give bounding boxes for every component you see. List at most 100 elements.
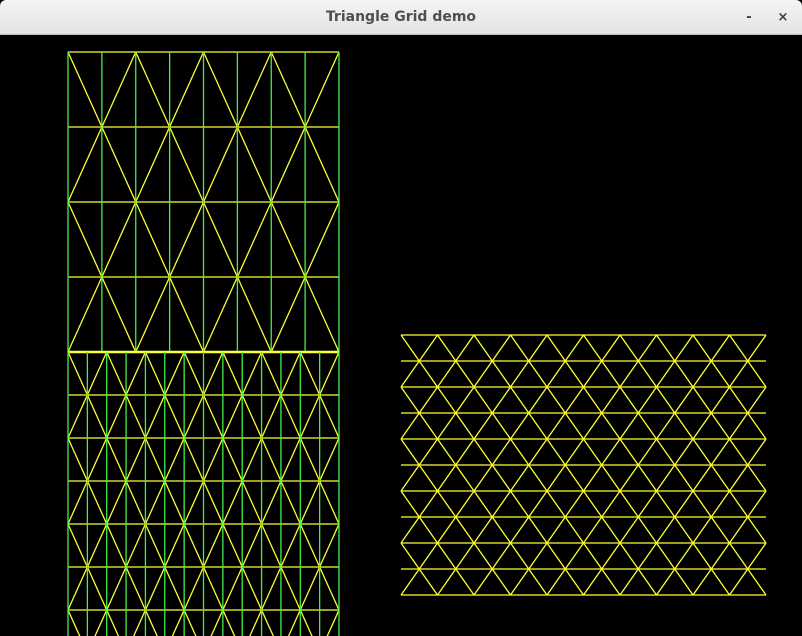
fine-grid-edge	[319, 437, 340, 482]
fine-grid-edge	[106, 480, 127, 525]
right-grid-edge	[473, 438, 493, 466]
right-grid-edge	[747, 386, 767, 414]
coarse-grid-edge	[304, 201, 340, 278]
coarse-grid-edge	[101, 276, 137, 353]
right-grid-edge	[564, 360, 585, 388]
fine-grid-edge	[67, 566, 88, 611]
right-grid-edge	[710, 334, 731, 362]
right-grid-edge	[400, 438, 420, 466]
right-grid-edge	[747, 464, 767, 492]
right-grid-edge	[473, 568, 493, 596]
fine-grid-edge	[326, 609, 340, 636]
right-grid-edge	[473, 464, 493, 492]
fine-grid-edge	[106, 351, 127, 396]
right-grid-edge	[692, 438, 712, 466]
right-grid-edge	[674, 438, 694, 466]
right-grid-edge	[455, 412, 475, 440]
coarse-grid-edge	[169, 51, 205, 128]
right-grid-edge	[710, 438, 731, 466]
fine-grid-edge	[86, 480, 108, 525]
right-grid-edge	[747, 516, 767, 544]
right-grid-edge	[436, 490, 457, 518]
coarse-grid-edge	[236, 276, 272, 353]
right-grid-edge	[418, 464, 439, 492]
coarse-grid-edge	[169, 126, 205, 203]
right-grid-edge	[509, 438, 530, 466]
right-grid-edge	[455, 490, 475, 518]
fine-grid-edge	[280, 394, 301, 439]
right-grid-edge	[655, 516, 676, 544]
right-grid-edge	[601, 438, 621, 466]
right-grid-edge	[455, 464, 475, 492]
right-grid-edge	[509, 464, 530, 492]
fine-grid-edge	[125, 480, 147, 525]
window-title: Triangle Grid demo	[325, 9, 477, 25]
right-grid-edge	[528, 412, 548, 440]
right-grid-edge	[674, 568, 694, 596]
right-grid-edge	[491, 464, 512, 492]
right-grid-edge	[491, 412, 512, 440]
right-grid-edge	[601, 360, 621, 388]
fine-grid-edge	[241, 394, 263, 439]
fine-grid-edge	[260, 480, 282, 525]
right-grid-edge	[637, 334, 658, 362]
right-grid-edge	[692, 386, 712, 414]
fine-grid-edge	[280, 437, 301, 482]
right-grid-edge	[710, 490, 731, 518]
right-grid-edge	[674, 542, 694, 570]
right-grid-edge	[582, 438, 603, 466]
close-button[interactable]: ×	[773, 8, 793, 28]
fine-grid-edge	[67, 394, 88, 439]
fine-grid-edge	[241, 523, 263, 568]
title-bar[interactable]: Triangle Grid demo - ×	[0, 0, 802, 35]
right-grid-edge	[528, 542, 548, 570]
minimize-button[interactable]: -	[739, 8, 759, 28]
coarse-grid-edge	[101, 51, 137, 128]
fine-grid-edge	[144, 523, 166, 568]
right-grid-edge	[674, 490, 694, 518]
fine-grid-edge	[94, 609, 108, 636]
right-grid-edge	[528, 464, 548, 492]
right-grid-edge	[692, 542, 712, 570]
right-grid-edge	[601, 334, 621, 362]
right-grid-edge	[637, 386, 658, 414]
fine-grid-edge	[222, 351, 243, 396]
fine-grid-edge	[86, 523, 108, 568]
fine-grid-edge	[222, 609, 236, 636]
right-grid-edge	[655, 464, 676, 492]
right-grid-edge	[692, 412, 712, 440]
right-grid-edge	[710, 568, 731, 596]
fine-grid-edge	[171, 609, 185, 636]
right-grid-edge	[400, 360, 420, 388]
right-grid-edge	[436, 386, 457, 414]
right-grid-edge	[728, 542, 749, 570]
right-grid-edge	[509, 542, 530, 570]
right-grid-edge	[655, 490, 676, 518]
right-grid-edge	[564, 568, 585, 596]
right-grid-edge	[601, 412, 621, 440]
right-grid-edge	[637, 490, 658, 518]
right-grid-edge	[692, 490, 712, 518]
right-grid-edge	[546, 386, 566, 414]
right-grid-edge	[528, 360, 548, 388]
right-grid-edge	[400, 516, 420, 544]
fine-grid-edge	[222, 480, 243, 525]
fine-grid-edge	[125, 523, 147, 568]
right-grid-edge	[747, 568, 767, 596]
right-grid-edge	[455, 568, 475, 596]
right-grid-edge	[564, 334, 585, 362]
right-grid-edge	[418, 516, 439, 544]
right-grid-edge	[619, 542, 639, 570]
right-grid-edge	[728, 490, 749, 518]
right-grid-edge	[528, 490, 548, 518]
right-grid-edge	[473, 412, 493, 440]
right-grid-edge	[418, 542, 439, 570]
fine-grid-edge	[183, 351, 205, 396]
fine-grid-edge	[299, 480, 321, 525]
fine-grid-edge	[222, 566, 243, 611]
right-grid-edge	[509, 360, 530, 388]
fine-grid-edge	[280, 566, 301, 611]
right-grid-edge	[601, 542, 621, 570]
fine-grid-edge	[164, 437, 185, 482]
fine-grid-edge	[183, 437, 205, 482]
